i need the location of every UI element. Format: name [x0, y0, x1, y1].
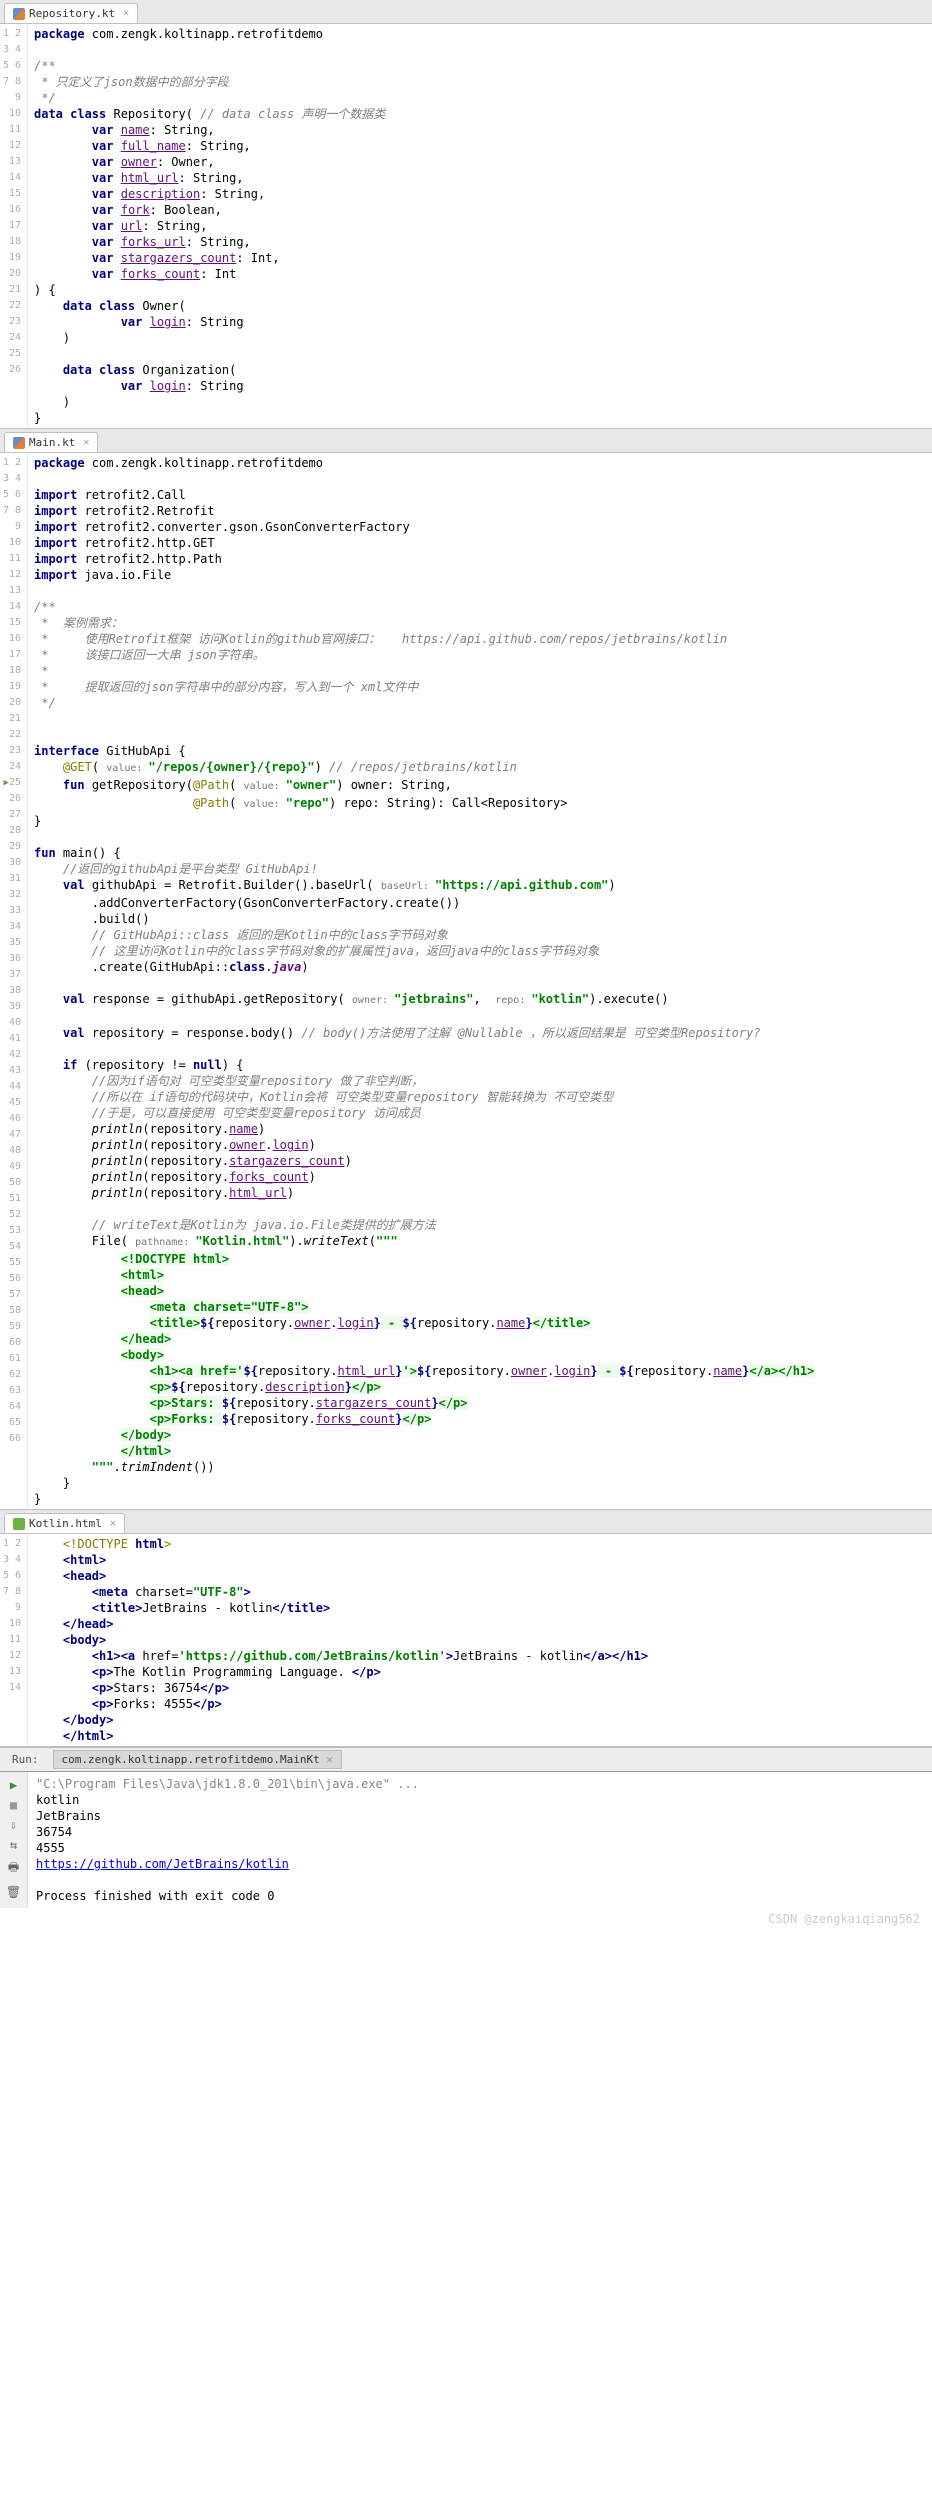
close-icon[interactable]: ✕	[123, 8, 129, 19]
code-area[interactable]: package com.zengk.koltinapp.retrofitdemo…	[28, 24, 932, 428]
gutter: 1 2 3 4 5 6 7 8 9 10 11 12 13 14 15 16 1…	[0, 24, 28, 428]
tab-repository[interactable]: Repository.kt ✕	[4, 3, 138, 23]
run-label: Run:	[6, 1751, 45, 1768]
run-gutter-icon[interactable]: ▶	[4, 778, 9, 788]
tab-bar-main: Main.kt ✕	[0, 429, 932, 453]
html-file-icon	[13, 1518, 25, 1530]
run-panel: ▶ ■ ⇩ ⇆ 🖶 🗑 "C:\Program Files\Java\jdk1.…	[0, 1771, 932, 1908]
kotlin-file-icon	[13, 437, 25, 449]
close-icon[interactable]: ✕	[83, 437, 89, 448]
watermark: CSDN @zengkaiqiang562	[0, 1908, 932, 1930]
tab-bar-repo: Repository.kt ✕	[0, 0, 932, 24]
rerun-icon[interactable]: ▶	[10, 1778, 17, 1792]
print-icon[interactable]: 🖶	[8, 1858, 19, 1879]
code-area[interactable]: package com.zengk.koltinapp.retrofitdemo…	[28, 453, 932, 1509]
trash-icon[interactable]: 🗑	[6, 1885, 21, 1899]
editor-html[interactable]: 1 2 3 4 5 6 7 8 9 10 11 12 13 14 <!DOCTY…	[0, 1534, 932, 1747]
gutter: 1 2 3 4 5 6 7 8 9 10 11 12 13 14 15 16 1…	[0, 453, 28, 1509]
run-toolbar: ▶ ■ ⇩ ⇆ 🖶 🗑	[0, 1772, 28, 1908]
down-icon[interactable]: ⇩	[10, 1818, 17, 1832]
editor-main[interactable]: 1 2 3 4 5 6 7 8 9 10 11 12 13 14 15 16 1…	[0, 453, 932, 1510]
tab-main[interactable]: Main.kt ✕	[4, 432, 98, 452]
gutter: 1 2 3 4 5 6 7 8 9 10 11 12 13 14	[0, 1534, 28, 1746]
run-output[interactable]: "C:\Program Files\Java\jdk1.8.0_201\bin\…	[28, 1772, 932, 1908]
tab-label: Main.kt	[29, 436, 75, 449]
run-config-tab[interactable]: com.zengk.koltinapp.retrofitdemo.MainKt …	[53, 1750, 343, 1769]
layout-icon[interactable]: ⇆	[10, 1838, 17, 1852]
close-icon[interactable]: ✕	[110, 1518, 116, 1529]
tab-bar-html: Kotlin.html ✕	[0, 1510, 932, 1534]
editor-repository[interactable]: 1 2 3 4 5 6 7 8 9 10 11 12 13 14 15 16 1…	[0, 24, 932, 429]
tab-label: Kotlin.html	[29, 1517, 102, 1530]
tab-html[interactable]: Kotlin.html ✕	[4, 1513, 125, 1533]
run-header: Run: com.zengk.koltinapp.retrofitdemo.Ma…	[0, 1747, 932, 1771]
code-area[interactable]: <!DOCTYPE html> <html> <head> <meta char…	[28, 1534, 932, 1746]
stop-icon[interactable]: ■	[10, 1798, 17, 1812]
output-link[interactable]: https://github.com/JetBrains/kotlin	[36, 1857, 289, 1871]
kotlin-file-icon	[13, 8, 25, 20]
tab-label: Repository.kt	[29, 7, 115, 20]
